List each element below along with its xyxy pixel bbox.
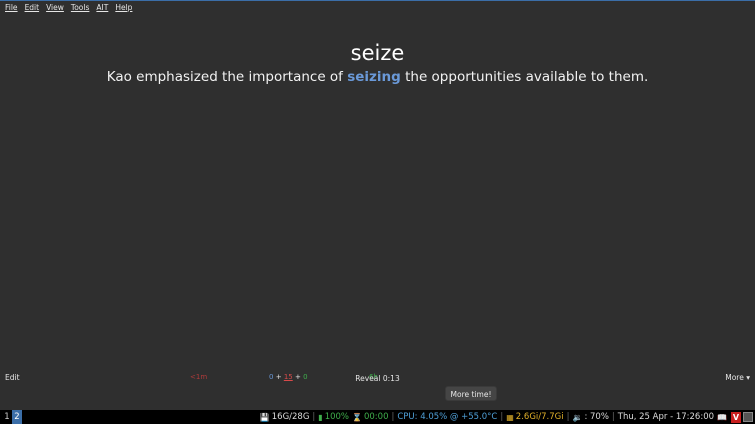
menu-help[interactable]: Help	[115, 3, 132, 12]
tray-app-icon[interactable]	[743, 412, 753, 422]
system-taskbar: 1 2 💾 16G/28G | ▮ 100% ⌛ 00:00 | CPU: 4.…	[0, 410, 755, 424]
memory-icon: ▦	[506, 412, 514, 422]
divider: |	[611, 412, 615, 422]
menu-tools[interactable]: Tools	[71, 3, 89, 12]
speaker-icon: 🔉	[572, 412, 583, 422]
hourglass-icon: ⌛	[352, 412, 362, 422]
card-content: seize Kao emphasized the importance of s…	[0, 40, 755, 86]
card-word: seize	[350, 41, 405, 65]
more-time-button[interactable]: More time!	[445, 386, 497, 401]
sentence-after: the opportunities available to them.	[400, 69, 649, 85]
volume-level: : 70%	[584, 412, 609, 422]
battery-level: 100%	[324, 412, 350, 422]
workspace-1[interactable]: 1	[2, 410, 12, 424]
book-icon[interactable]: 📖	[717, 413, 727, 422]
menu-file[interactable]: File	[5, 3, 18, 12]
divider: |	[566, 412, 570, 422]
disk-usage: 16G/28G	[271, 412, 310, 422]
sentence-before: Kao emphasized the importance of	[106, 69, 348, 85]
reveal-timer: Reveal 0:13	[355, 374, 400, 383]
clock-datetime: Thu, 25 Apr - 17:26:00	[617, 412, 715, 422]
cpu-usage: CPU: 4.05% @ +55.0°C	[397, 412, 498, 422]
review-bottom-bar: Edit <1m 0 + 15 + 0 6h Reveal 0:13 More …	[0, 368, 755, 408]
menu-view[interactable]: View	[46, 3, 64, 12]
battery-icon: ▮	[318, 412, 323, 422]
anki-review-window: File Edit View Tools AIT Help seize Kao …	[0, 0, 755, 424]
menu-ait[interactable]: AIT	[96, 3, 108, 12]
memory-usage: 2.6Gi/7.7Gi	[515, 412, 564, 422]
floppy-disk-icon: 💾	[259, 412, 270, 422]
divider: |	[500, 412, 504, 422]
divider: |	[391, 412, 395, 422]
workspace-2[interactable]: 2	[12, 410, 22, 424]
vivaldi-icon[interactable]: V	[731, 411, 741, 423]
timer-readout: 00:00	[363, 412, 389, 422]
divider: |	[312, 412, 316, 422]
menu-edit[interactable]: Edit	[25, 3, 40, 12]
sentence-highlight: seizing	[347, 69, 401, 85]
example-sentence: Kao emphasized the importance of seizing…	[0, 68, 755, 86]
menu-bar: File Edit View Tools AIT Help	[0, 0, 755, 14]
more-button[interactable]: More ▾	[725, 373, 750, 382]
status-tray: 💾 16G/28G | ▮ 100% ⌛ 00:00 | CPU: 4.05% …	[260, 410, 755, 424]
